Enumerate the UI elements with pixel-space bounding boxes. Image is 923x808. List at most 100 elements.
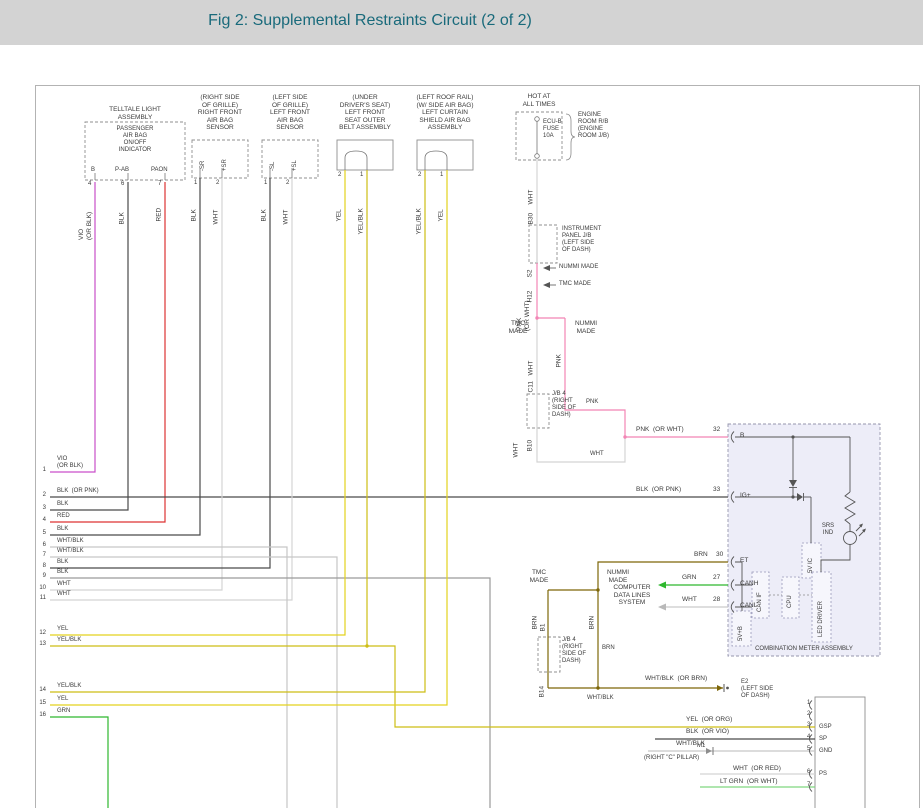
wire-label-blk-orpnk: BLK (OR PNK) <box>636 486 681 494</box>
row-number: 9 <box>36 573 46 580</box>
connector-pin-number: 3 <box>807 722 810 729</box>
belt-pin-number: 2 <box>338 172 341 179</box>
srs-indicator-label: SRS IND <box>818 523 838 537</box>
telltale-pin-pab: P-AB <box>115 167 129 174</box>
wire-label-grn: GRN <box>682 574 696 582</box>
wire-wht-sr <box>50 178 222 590</box>
jb4-box-1 <box>527 394 549 428</box>
connector-id-b10: B10 <box>527 440 535 452</box>
jb4-label-2: J/B 4 (RIGHT SIDE OF DASH) <box>562 637 586 665</box>
ip-jb-box <box>529 225 557 263</box>
row-number: 6 <box>36 542 46 549</box>
row-wire-label: RED <box>57 513 70 520</box>
canh-arrow-icon <box>658 582 666 589</box>
nummi-arrow-icon <box>543 265 550 271</box>
wire-label-wht: WHT <box>513 443 521 458</box>
meter-block-5v-b: 5V+B <box>738 626 745 641</box>
row-wire-label: YEL <box>57 626 68 633</box>
e2-ground-connector-icon <box>717 685 723 691</box>
connector-id-b14: B14 <box>539 686 547 698</box>
fuse-terminal-bottom <box>535 154 540 159</box>
meter-block-led-driver: LED DRIVER <box>818 601 825 637</box>
connector-pin-number: 2 <box>807 711 810 718</box>
meter-block-5v-ic: 5V IC <box>808 558 815 573</box>
fuse-terminal-top <box>535 117 540 122</box>
wire-yel-belt <box>50 170 345 635</box>
belt-pin-number: 1 <box>360 172 363 179</box>
telltale-pin-number: 7 <box>158 181 161 188</box>
row-number: 8 <box>36 563 46 570</box>
wires <box>50 159 815 808</box>
wire-label-vio: VIO (OR BLK) <box>78 212 93 240</box>
telltale-pin-b: B <box>91 167 95 174</box>
wire-label-ltgrn-orwht: LT GRN (OR WHT) <box>720 778 778 786</box>
meter-pin-name-b: B <box>740 432 744 440</box>
wire-label-pnk-orwht: PNK (OR WHT) <box>636 426 684 434</box>
curtain-pin-number: 2 <box>418 172 421 179</box>
row-wire-label: YEL/BLK <box>57 637 81 644</box>
connector-inner-label: SP <box>819 736 827 743</box>
wire-yelblk-row13 <box>50 646 815 727</box>
connector-inner-label: GSP <box>819 724 832 731</box>
meter-pin-name-et: ET <box>740 557 748 565</box>
ip-jb-label: INSTRUMENT PANEL J/B (LEFT SIDE OF DASH) <box>562 226 601 254</box>
computer-data-lines-label: COMPUTER DATA LINES SYSTEM <box>608 584 656 607</box>
meter-block-cpu: CPU <box>787 595 794 608</box>
wire-label-yel-ororg: YEL (OR ORG) <box>686 716 732 724</box>
tmc-made-tag: TMC MADE <box>524 569 554 584</box>
wire-red <box>50 182 165 522</box>
row-wire-label: WHT/BLK <box>57 548 84 555</box>
left-sensor-title: (LEFT SIDE OF GRILLE) LEFT FRONT AIR BAG… <box>257 94 323 132</box>
curtain-pin-number: 1 <box>440 172 443 179</box>
connector-id-c11: C11 <box>528 381 536 392</box>
meter-pin-number: 30 <box>716 551 723 559</box>
row-number: 1 <box>36 467 46 474</box>
telltale-pin-number: 4 <box>88 181 91 188</box>
connector-id-m1: M1 <box>697 743 705 750</box>
wire-blk-row9 <box>50 578 490 808</box>
jb4-label-1: J/B 4 (RIGHT SIDE OF DASH) <box>552 391 576 419</box>
wire-yel-curtain <box>50 170 447 705</box>
canl-arrow-icon <box>658 604 666 611</box>
fuse-location-label: ENGINE ROOM R/B (ENGINE ROOM J/B) <box>578 112 609 140</box>
wire-label-yelblk: YEL/BLK <box>358 208 366 234</box>
tmc-made-label: TMC MADE <box>559 281 591 288</box>
meter-pin-number: 33 <box>713 486 720 494</box>
row-number: 12 <box>36 630 46 637</box>
row-wire-label: VIO (OR BLK) <box>57 456 83 470</box>
row-number: 10 <box>36 585 46 592</box>
row-wire-label: BLK <box>57 501 68 508</box>
connector-pin-number: 1 <box>807 700 810 707</box>
wire-blk-sr <box>50 178 200 535</box>
telltale-pin-paon: PAON <box>151 167 168 174</box>
row-wire-label: BLK <box>57 526 68 533</box>
row-number: 16 <box>36 712 46 719</box>
pillar-location-label: (RIGHT "C" PILLAR) <box>644 755 699 762</box>
row-wire-label: YEL/BLK <box>57 683 81 690</box>
row-wire-label: WHT/BLK <box>57 538 84 545</box>
meter-block-can-if: CAN IF <box>757 592 764 612</box>
connector-pin-number: 7 <box>807 782 810 789</box>
connector-pin-number: 4 <box>807 734 810 741</box>
wire-label-whtblk-orbrn: WHT/BLK (OR BRN) <box>645 675 707 683</box>
fuse-label: ECU-B FUSE 10A <box>543 119 562 140</box>
right-sensor-pin-neg: -SR <box>200 161 207 171</box>
wire-label-blk: BLK <box>119 212 127 224</box>
wire-yelblk-curtain <box>50 170 425 692</box>
row-wire-label: GRN <box>57 708 70 715</box>
wire-grn-row16 <box>50 717 108 808</box>
ground-e2-label: E2 (LEFT SIDE OF DASH) <box>741 679 773 700</box>
wiring-diagram-page: Fig 2: Supplemental Restraints Circuit (… <box>0 0 923 808</box>
wire-pnk-nummi-path <box>565 318 625 437</box>
row-number: 5 <box>36 530 46 537</box>
wire-label-yel: YEL <box>438 209 446 221</box>
fuse-brace <box>566 114 575 160</box>
belt-squib-symbol <box>345 151 367 170</box>
wire-label-red: RED <box>156 208 164 222</box>
nummi-made-label: NUMMI MADE <box>559 264 598 271</box>
tmc-made-tag: TMC MADE <box>503 320 533 335</box>
belt-title: (UNDER DRIVER'S SEAT) LEFT FRONT SEAT OU… <box>327 94 403 132</box>
right-sensor-title: (RIGHT SIDE OF GRILLE) RIGHT FRONT AIR B… <box>187 94 253 132</box>
wire-label-wht: WHT <box>528 361 536 376</box>
row-number: 4 <box>36 517 46 524</box>
